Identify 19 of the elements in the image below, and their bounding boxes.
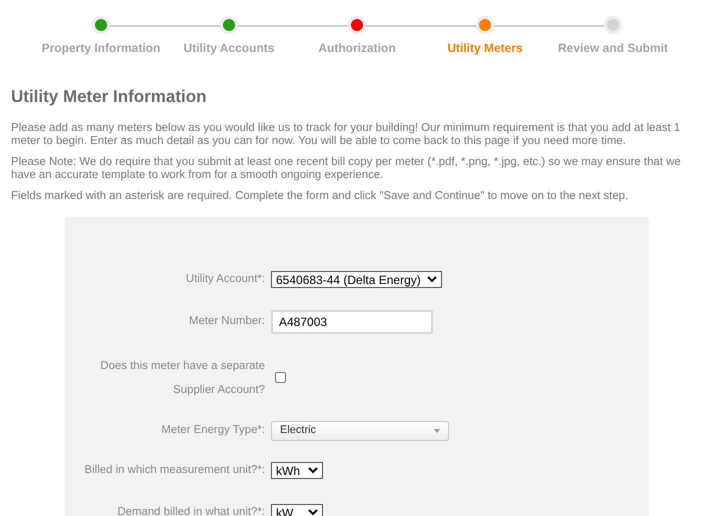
instruction-text: Please Note: We do require that you submit at least one recent bill copy per meter (*.pdf, *.png, *.jpg, etc.) so we may ensure that we have an accurate template to work from for a smooth ongoing experience. [11,156,682,182]
chevron-icon [308,509,318,516]
caret-icon [434,428,440,432]
field-label: Demand billed in what unit?*: [116,504,266,516]
instruction-text: Please add as many meters below as you would like us to track for your building! Our minimum requirement is that you add at least 1 meter to begin. Enter as much detail as you can for now. You will be able to come back to this page if you need more time. [11,122,682,148]
dropdown[interactable]: Electric [271,420,449,440]
checkbox[interactable] [275,372,286,383]
chevron-icon [308,467,318,474]
field-label: Meter Energy Type*: [160,422,266,438]
field-label: Meter Number: [188,314,266,330]
page-heading: Utility Meter Information [11,86,208,108]
instruction-text: Fields marked with an asterisk are required. Complete the form and click "Save and Continue" to move on to the next step. [11,190,630,202]
dropdown[interactable]: kWh [271,462,323,479]
field-label: Does this meter have a separate Supplier Account? [99,358,266,398]
dropdown[interactable]: 6540683-44 (Delta Energy) [271,271,442,288]
field-label: Billed in which measurement unit?*: [84,462,266,478]
input-field[interactable]: A487003 [271,310,433,334]
field-label: Utility Account*: [184,272,266,287]
chevron-icon [426,276,437,283]
